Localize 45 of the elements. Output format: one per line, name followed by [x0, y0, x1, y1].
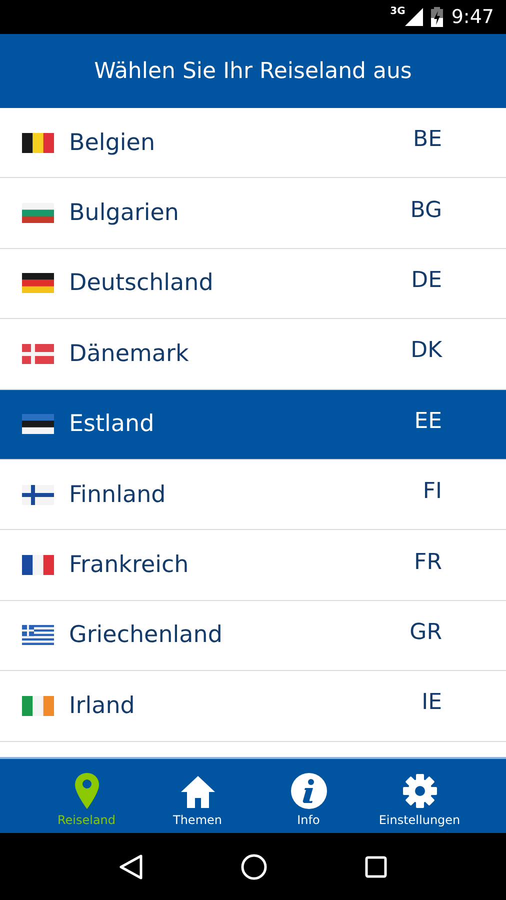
country-code: BG: [410, 198, 442, 223]
flag-icon: [22, 696, 54, 716]
country-name: Belgien: [69, 130, 156, 156]
flag-icon: [22, 625, 54, 646]
country-code: BE: [413, 127, 442, 152]
country-code: DK: [410, 338, 442, 364]
country-list-item[interactable]: Griechenland GR: [0, 600, 506, 672]
nav-tab[interactable]: Themen: [142, 759, 253, 833]
country-name: Griechenland: [69, 622, 224, 648]
flag-icon: [22, 484, 54, 505]
header-title: Wählen Sie Ihr Reiseland aus: [94, 58, 412, 84]
country-name: Bulgarien: [69, 200, 180, 226]
clock-time: 9:47: [451, 6, 494, 28]
info-icon: [290, 773, 326, 809]
recents-icon[interactable]: [365, 856, 387, 878]
flag-icon: [22, 273, 54, 294]
flag-icon: [22, 555, 54, 576]
country-name: Estland: [69, 411, 156, 438]
nav-tab[interactable]: Einstellungen: [364, 759, 475, 833]
country-code: GR: [410, 620, 442, 645]
location-pin-icon: [74, 773, 100, 809]
flag-icon: [22, 203, 54, 224]
country-code: DE: [411, 268, 442, 293]
country-code: FR: [414, 550, 442, 575]
country-name: Irland: [69, 692, 136, 719]
country-code: IE: [422, 690, 442, 716]
battery-icon: [431, 7, 444, 27]
flag-icon: [22, 344, 54, 364]
country-name: Frankreich: [69, 552, 190, 578]
country-code: EE: [414, 408, 442, 434]
back-icon[interactable]: [119, 854, 143, 880]
country-name: Finnland: [69, 482, 167, 508]
network-type: 3G: [390, 6, 406, 17]
nav-tab[interactable]: Info: [253, 759, 364, 833]
country-list-item[interactable]: Estland EE: [0, 390, 506, 460]
home-circle-icon[interactable]: [241, 854, 267, 880]
home-icon: [180, 775, 216, 809]
flag-icon: [22, 132, 54, 153]
country-name: Deutschland: [69, 270, 214, 296]
nav-tab[interactable]: Reiseland: [31, 759, 142, 833]
country-code: FI: [422, 479, 442, 504]
flag-icon: [22, 414, 54, 434]
signal-icon: [405, 8, 424, 26]
settings-icon: [402, 773, 438, 809]
country-name: Dänemark: [69, 340, 190, 367]
